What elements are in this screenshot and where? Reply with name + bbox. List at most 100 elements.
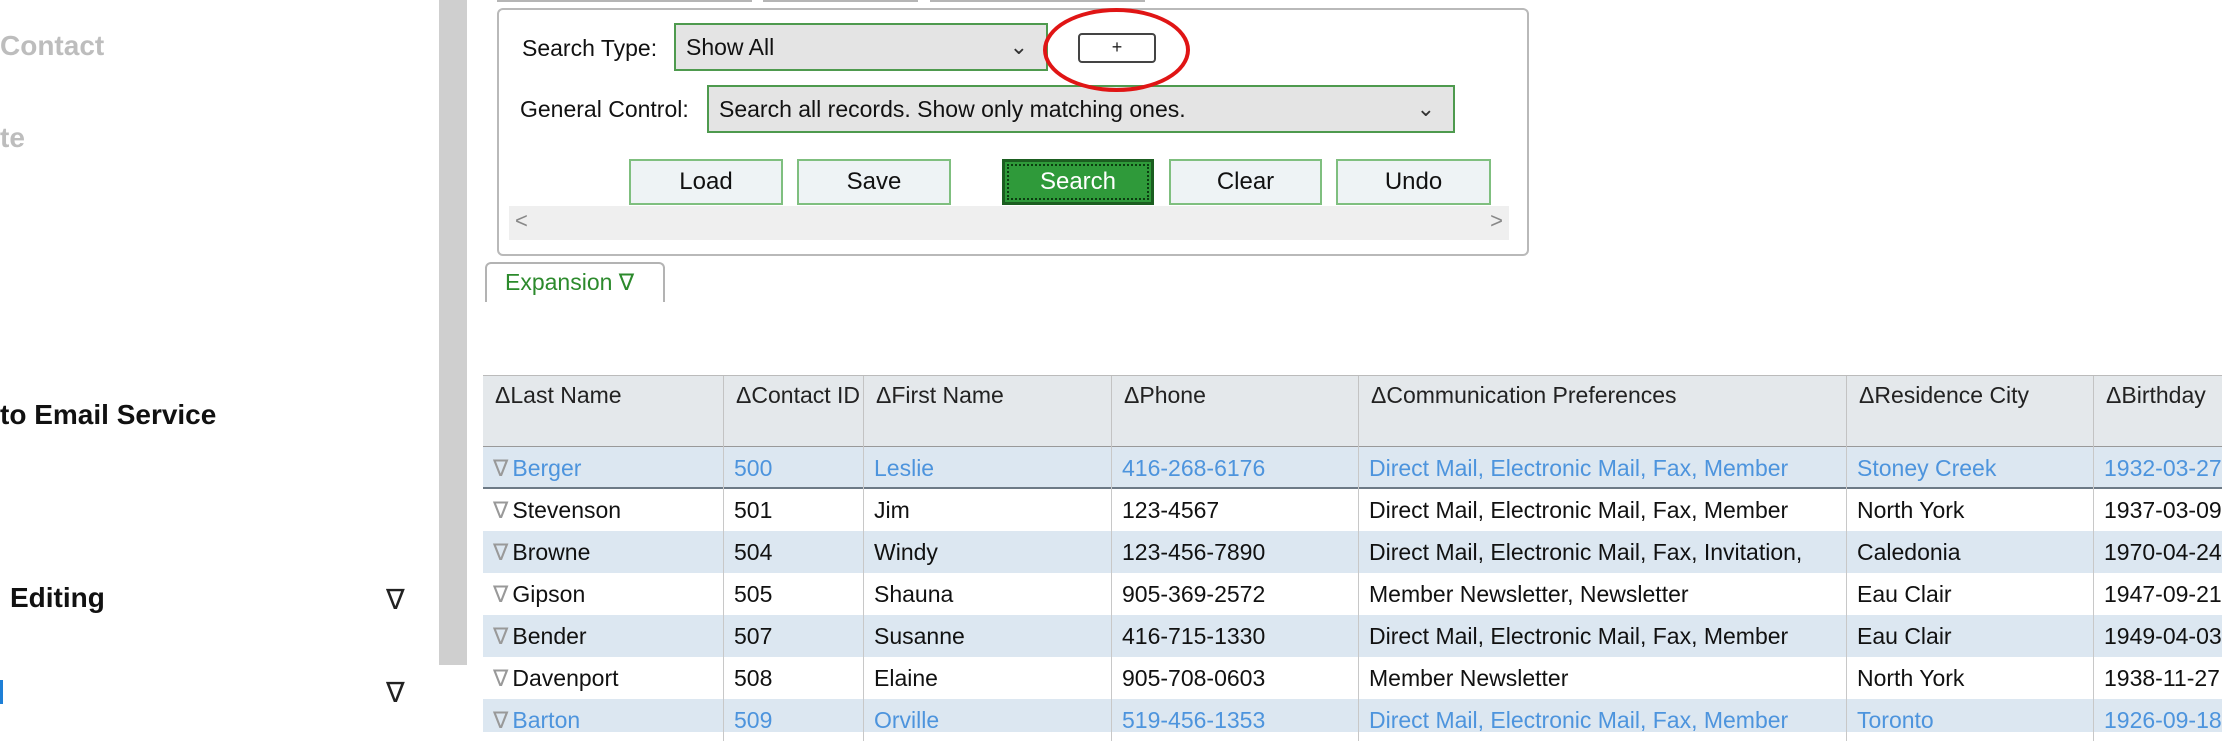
sidebar-item-email-service[interactable]: to Email Service: [0, 399, 216, 431]
cell-residence-city: North York: [1846, 657, 2093, 699]
cell-contact-id: 509: [723, 699, 863, 741]
chevron-down-icon[interactable]: ∇: [386, 676, 405, 709]
cell-text: Bender: [512, 623, 587, 649]
cell-birthday: 1926-09-18: [2093, 699, 2222, 741]
cell-first-name: Susanne: [863, 615, 1111, 657]
cell-birthday: 1932-03-27: [2093, 447, 2222, 489]
sort-icon: Δ: [1859, 382, 1875, 408]
sort-icon: Δ: [1124, 382, 1140, 408]
cell-contact-id: 500: [723, 447, 863, 489]
cell-last-name: ∇ Stevenson: [483, 489, 723, 531]
cell-last-name: ∇ Berger: [483, 447, 723, 489]
table-row[interactable]: ∇ Barton 509 Orville 519-456-1353 Direct …: [483, 699, 2222, 741]
expansion-toggle[interactable]: Expansion ∇: [485, 262, 665, 302]
cell-last-name: ∇ Browne: [483, 531, 723, 573]
cell-communication-preferences: Direct Mail, Electronic Mail, Fax, Membe…: [1358, 489, 1846, 531]
table-row[interactable]: ∇ Stevenson 501 Jim 123-4567 Direct Mail,…: [483, 489, 2222, 531]
cell-phone: 519-456-1353: [1111, 699, 1358, 741]
search-type-value: Show All: [686, 34, 775, 60]
row-expand-icon[interactable]: ∇: [493, 665, 508, 691]
expansion-label: Expansion ∇: [505, 269, 635, 295]
table-row[interactable]: ∇ Bender 507 Susanne 416-715-1330 Direct …: [483, 615, 2222, 657]
cell-residence-city: North York: [1846, 489, 2093, 531]
cell-communication-preferences: Member Newsletter, Newsletter: [1358, 573, 1846, 615]
cell-phone: 905-708-0603: [1111, 657, 1358, 699]
column-label: First Name: [891, 382, 1004, 408]
column-header-first-name[interactable]: ΔFirst Name: [863, 376, 1111, 448]
column-header-birthday[interactable]: ΔBirthday: [2093, 376, 2222, 448]
row-expand-icon[interactable]: ∇: [493, 539, 508, 565]
table-row[interactable]: ∇ Browne 504 Windy 123-456-7890 Direct Ma…: [483, 531, 2222, 573]
cell-residence-city: Eau Clair: [1846, 573, 2093, 615]
cell-contact-id: 504: [723, 531, 863, 573]
scroll-right-icon[interactable]: >: [1490, 208, 1503, 234]
clear-button[interactable]: Clear: [1169, 159, 1322, 205]
column-header-communication-preferences[interactable]: ΔCommunication Preferences: [1358, 376, 1846, 448]
cell-last-name: ∇ Bender: [483, 615, 723, 657]
row-expand-icon[interactable]: ∇: [493, 497, 508, 523]
cell-birthday: 1947-09-21: [2093, 573, 2222, 615]
load-button[interactable]: Load: [629, 159, 783, 205]
table-row[interactable]: ∇ Davenport 508 Elaine 905-708-0603 Membe…: [483, 657, 2222, 699]
table-row[interactable]: ∇ Berger 500 Leslie 416-268-6176 Direct M…: [483, 447, 2222, 489]
cell-phone: 123-4567: [1111, 489, 1358, 531]
cell-phone: 123-456-7890: [1111, 531, 1358, 573]
cell-last-name: ∇ Davenport: [483, 657, 723, 699]
chevron-down-icon: ⌄: [1416, 96, 1435, 121]
general-control-select[interactable]: Search all records. Show only matching o…: [707, 85, 1455, 133]
tab-stub[interactable]: [930, 0, 1145, 2]
row-expand-icon[interactable]: ∇: [493, 455, 508, 481]
cell-contact-id: 507: [723, 615, 863, 657]
sort-icon: Δ: [495, 382, 511, 408]
sort-icon: Δ: [2106, 382, 2122, 408]
cell-text: Stevenson: [512, 497, 622, 523]
sidebar-item-contact[interactable]: Contact: [0, 30, 104, 62]
cell-text: Browne: [512, 539, 591, 565]
scroll-left-icon[interactable]: <: [515, 208, 528, 234]
search-type-label: Search Type:: [522, 35, 658, 61]
column-label: Last Name: [510, 382, 622, 408]
horizontal-scrollbar[interactable]: < >: [509, 206, 1509, 240]
table-row[interactable]: ∇ Gipson 505 Shauna 905-369-2572 Member N…: [483, 573, 2222, 615]
column-header-last-name[interactable]: ΔLast Name: [483, 376, 723, 448]
sidebar-scrollbar[interactable]: [439, 0, 467, 665]
cell-contact-id: 501: [723, 489, 863, 531]
chevron-down-icon: ⌄: [1009, 34, 1028, 59]
tab-stub[interactable]: [497, 0, 752, 2]
sort-icon: Δ: [876, 382, 892, 408]
cell-birthday: 1937-03-09: [2093, 489, 2222, 531]
sidebar-active-marker: [0, 680, 3, 704]
cell-text: Davenport: [512, 665, 619, 691]
cell-text: Barton: [512, 707, 581, 733]
column-header-phone[interactable]: ΔPhone: [1111, 376, 1358, 448]
sidebar-item-editing[interactable]: Editing: [10, 582, 105, 614]
highlight-circle: [1043, 8, 1190, 92]
row-expand-icon[interactable]: ∇: [493, 623, 508, 649]
search-button[interactable]: Search: [1002, 159, 1154, 205]
cell-residence-city: Toronto: [1846, 699, 2093, 741]
sidebar-item-te[interactable]: te: [0, 122, 25, 154]
cell-residence-city: Stoney Creek: [1846, 447, 2093, 489]
cell-communication-preferences: Direct Mail, Electronic Mail, Fax, Membe…: [1358, 699, 1846, 741]
column-label: Residence City: [1874, 382, 2030, 408]
cell-phone: 416-268-6176: [1111, 447, 1358, 489]
cell-communication-preferences: Direct Mail, Electronic Mail, Fax, Invit…: [1358, 531, 1846, 573]
cell-first-name: Shauna: [863, 573, 1111, 615]
chevron-down-icon[interactable]: ∇: [386, 583, 405, 616]
row-expand-icon[interactable]: ∇: [493, 581, 508, 607]
row-expand-icon[interactable]: ∇: [493, 707, 508, 733]
tab-stub[interactable]: [763, 0, 918, 2]
cell-communication-preferences: Member Newsletter: [1358, 657, 1846, 699]
column-header-contact-id[interactable]: ΔContact ID: [723, 376, 863, 448]
undo-button[interactable]: Undo: [1336, 159, 1491, 205]
column-header-residence-city[interactable]: ΔResidence City: [1846, 376, 2093, 448]
cell-phone: 905-369-2572: [1111, 573, 1358, 615]
search-type-select[interactable]: Show All ⌄: [674, 23, 1048, 71]
save-button[interactable]: Save: [797, 159, 951, 205]
column-label: Communication Preferences: [1386, 382, 1677, 408]
table-header: ΔLast Name ΔContact ID ΔFirst Name ΔPhon…: [483, 375, 2222, 448]
cell-birthday: 1949-04-03: [2093, 615, 2222, 657]
column-label: Contact ID: [751, 382, 861, 408]
cell-last-name: ∇ Barton: [483, 699, 723, 741]
cell-residence-city: Caledonia: [1846, 531, 2093, 573]
